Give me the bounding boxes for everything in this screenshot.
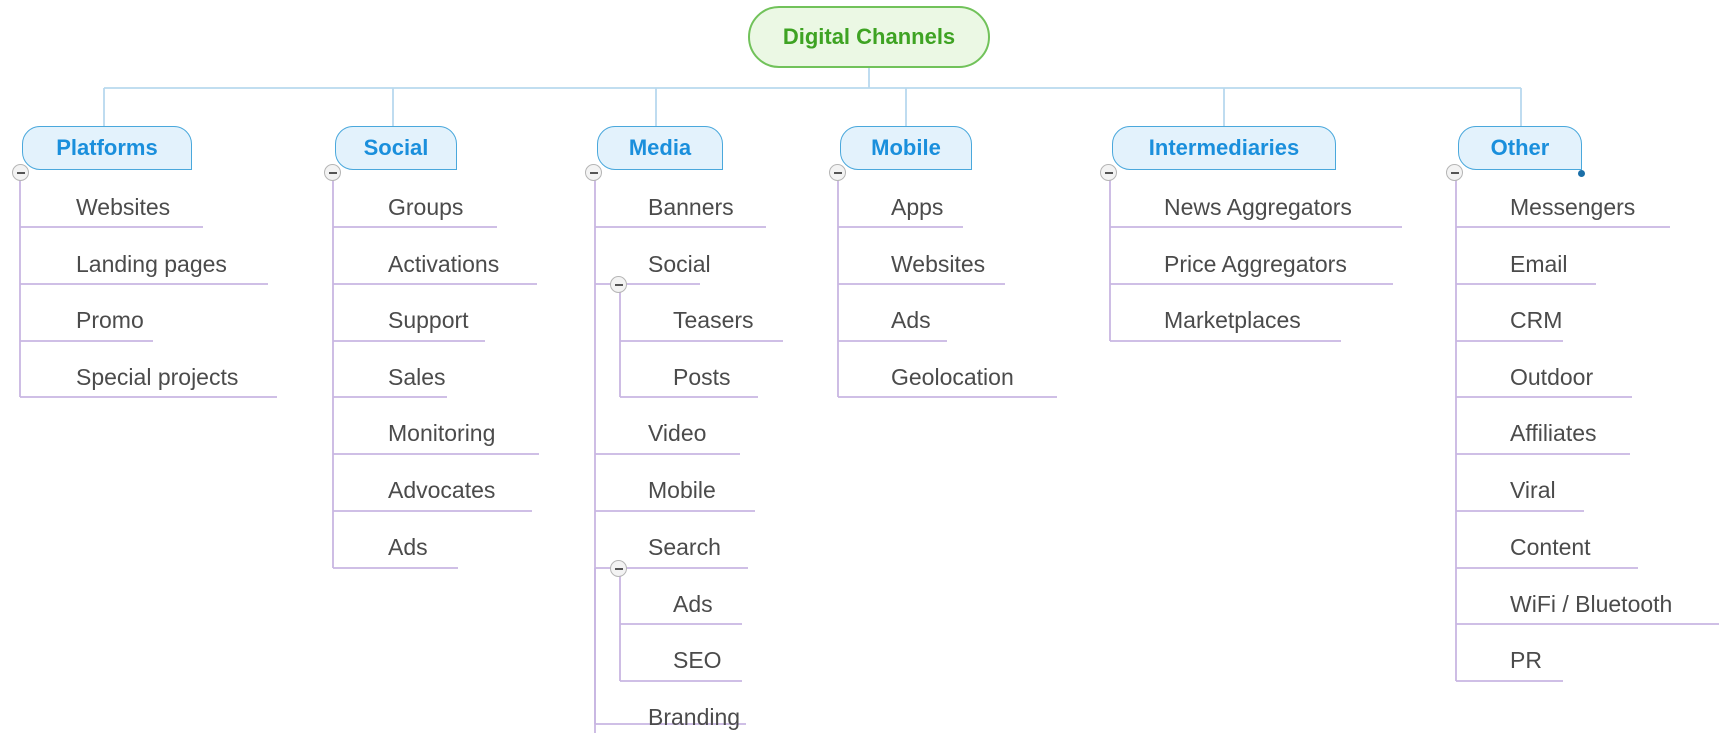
- collapse-icon[interactable]: [610, 560, 627, 577]
- topic-label: Social: [363, 135, 429, 160]
- subtopic-email[interactable]: Email: [1510, 249, 1568, 279]
- subtopic-video[interactable]: Video: [648, 418, 706, 448]
- subtopic-promo[interactable]: Promo: [76, 305, 144, 335]
- subtopic-posts[interactable]: Posts: [673, 362, 731, 392]
- topic-intermediaries[interactable]: Intermediaries: [1112, 126, 1336, 170]
- collapse-icon[interactable]: [12, 164, 29, 181]
- selection-handle[interactable]: [1578, 170, 1585, 177]
- topic-social[interactable]: Social: [335, 126, 457, 170]
- collapse-icon[interactable]: [585, 164, 602, 181]
- subtopic-websites[interactable]: Websites: [891, 249, 985, 279]
- root-topic[interactable]: Digital Channels: [748, 6, 990, 68]
- topic-label: Media: [628, 135, 692, 160]
- topic-other[interactable]: Other: [1458, 126, 1582, 170]
- subtopic-mobile[interactable]: Mobile: [648, 475, 716, 505]
- subtopic-news-aggregators[interactable]: News Aggregators: [1164, 192, 1352, 222]
- topic-label: Other: [1490, 135, 1550, 160]
- subtopic-outdoor[interactable]: Outdoor: [1510, 362, 1593, 392]
- subtopic-activations[interactable]: Activations: [388, 249, 499, 279]
- subtopic-wifi-bluetooth[interactable]: WiFi / Bluetooth: [1510, 589, 1672, 619]
- connector-lines: [19, 68, 1719, 733]
- subtopic-sales[interactable]: Sales: [388, 362, 446, 392]
- collapse-icon[interactable]: [610, 276, 627, 293]
- subtopic-viral[interactable]: Viral: [1510, 475, 1556, 505]
- collapse-icon[interactable]: [324, 164, 341, 181]
- subtopic-teasers[interactable]: Teasers: [673, 305, 754, 335]
- topic-label: Intermediaries: [1148, 135, 1300, 160]
- topic-label: Mobile: [871, 135, 941, 160]
- subtopic-seo[interactable]: SEO: [673, 645, 722, 675]
- subtopic-pr[interactable]: PR: [1510, 645, 1542, 675]
- subtopic-ads[interactable]: Ads: [891, 305, 931, 335]
- root-topic-label: Digital Channels: [782, 24, 956, 49]
- subtopic-ads[interactable]: Ads: [388, 532, 428, 562]
- subtopic-affiliates[interactable]: Affiliates: [1510, 418, 1597, 448]
- topic-mobile[interactable]: Mobile: [840, 126, 972, 170]
- subtopic-landing-pages[interactable]: Landing pages: [76, 249, 227, 279]
- subtopic-support[interactable]: Support: [388, 305, 469, 335]
- subtopic-social[interactable]: Social: [648, 249, 711, 279]
- subtopic-marketplaces[interactable]: Marketplaces: [1164, 305, 1301, 335]
- subtopic-branding[interactable]: Branding: [648, 702, 740, 732]
- subtopic-geolocation[interactable]: Geolocation: [891, 362, 1014, 392]
- subtopic-websites[interactable]: Websites: [76, 192, 170, 222]
- subtopic-banners[interactable]: Banners: [648, 192, 734, 222]
- subtopic-apps[interactable]: Apps: [891, 192, 943, 222]
- subtopic-content[interactable]: Content: [1510, 532, 1591, 562]
- subtopic-monitoring[interactable]: Monitoring: [388, 418, 495, 448]
- subtopic-search[interactable]: Search: [648, 532, 721, 562]
- subtopic-ads[interactable]: Ads: [673, 589, 713, 619]
- collapse-icon[interactable]: [1446, 164, 1463, 181]
- subtopic-special-projects[interactable]: Special projects: [76, 362, 238, 392]
- subtopic-crm[interactable]: CRM: [1510, 305, 1562, 335]
- collapse-icon[interactable]: [1100, 164, 1117, 181]
- collapse-icon[interactable]: [829, 164, 846, 181]
- topic-label: Platforms: [56, 135, 158, 160]
- subtopic-price-aggregators[interactable]: Price Aggregators: [1164, 249, 1347, 279]
- subtopic-messengers[interactable]: Messengers: [1510, 192, 1635, 222]
- mind-map: Digital Channels Platforms Websites Land…: [0, 0, 1719, 733]
- subtopic-advocates[interactable]: Advocates: [388, 475, 495, 505]
- topic-media[interactable]: Media: [597, 126, 723, 170]
- subtopic-groups[interactable]: Groups: [388, 192, 463, 222]
- topic-platforms[interactable]: Platforms: [22, 126, 192, 170]
